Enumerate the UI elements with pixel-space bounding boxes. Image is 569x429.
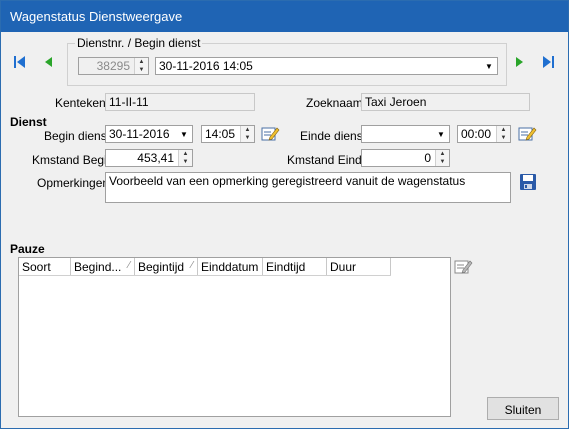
prev-record-icon[interactable] — [40, 54, 56, 70]
kenteken-label: Kenteken — [55, 96, 106, 110]
km-einde-label: Kmstand Einde — [287, 153, 369, 167]
km-einde-value: 0 — [424, 151, 431, 165]
last-record-icon[interactable] — [540, 54, 556, 70]
pauze-section-title: Pauze — [10, 242, 45, 256]
begin-date-value: 30-11-2016 — [109, 127, 170, 141]
dialog-window: Wagenstatus Dienstweergave Dienstnr. / B… — [0, 0, 569, 429]
pauze-table-header: Soort Begind... ⁄ Begintijd ⁄ Einddatum … — [19, 258, 391, 276]
begin-time-field[interactable]: 14:05 ▲ ▼ — [201, 125, 255, 143]
edit-begin-icon[interactable] — [260, 124, 280, 144]
begin-dienst-combo[interactable]: 30-11-2016 14:05 ▼ — [155, 57, 498, 75]
opmerkingen-textarea[interactable]: Voorbeeld van een opmerking geregistreer… — [105, 172, 511, 203]
column-header-eindtijd[interactable]: Eindtijd — [263, 258, 327, 275]
chevron-down-icon[interactable]: ▼ — [176, 126, 192, 142]
window-title: Wagenstatus Dienstweergave — [10, 9, 183, 24]
zoeknaam-field: Taxi Jeroen — [361, 93, 530, 111]
dienstnr-field: 38295 ▲ ▼ — [78, 57, 149, 75]
column-header-einddatum[interactable]: Einddatum — [198, 258, 263, 275]
einde-time-value: 00:00 — [461, 127, 492, 141]
zoeknaam-value: Taxi Jeroen — [365, 95, 427, 109]
begin-dienst-label: Begin dienst — [44, 129, 111, 143]
einde-time-field[interactable]: 00:00 ▲ ▼ — [457, 125, 511, 143]
kenteken-value: 11-II-11 — [109, 95, 149, 109]
column-header-soort[interactable]: Soort — [19, 258, 71, 275]
opmerkingen-value: Voorbeeld van een opmerking geregistreer… — [109, 174, 466, 188]
dienst-selector-legend: Dienstnr. / Begin dienst — [75, 36, 203, 50]
dienst-section-title: Dienst — [10, 115, 47, 129]
next-record-icon[interactable] — [511, 54, 527, 70]
column-header-duur[interactable]: Duur — [327, 258, 391, 275]
dienstnr-stepper: ▲ ▼ — [134, 58, 148, 74]
km-einde-stepper[interactable]: ▲ ▼ — [435, 150, 449, 166]
dienstnr-value: 38295 — [96, 59, 130, 73]
kenteken-field: 11-II-11 — [105, 93, 255, 111]
column-header-begintijd[interactable]: Begintijd ⁄ — [135, 258, 198, 275]
edit-pauze-icon[interactable] — [453, 257, 473, 277]
chevron-down-icon[interactable]: ▼ — [481, 58, 497, 74]
first-record-icon[interactable] — [12, 54, 28, 70]
edit-einde-icon[interactable] — [517, 124, 537, 144]
sort-icon: ⁄ — [128, 260, 130, 271]
chevron-down-icon[interactable]: ▼ — [433, 126, 449, 142]
title-bar: Wagenstatus Dienstweergave — [1, 1, 568, 32]
sort-icon: ⁄ — [191, 260, 193, 271]
begin-time-stepper[interactable]: ▲ ▼ — [240, 126, 254, 142]
zoeknaam-label: Zoeknaam — [306, 96, 363, 110]
begin-time-value: 14:05 — [205, 127, 236, 141]
km-begin-field[interactable]: 453,41 ▲ ▼ — [105, 149, 193, 167]
begin-dienst-combo-value: 30-11-2016 14:05 — [159, 59, 253, 73]
opmerkingen-label: Opmerkingen — [37, 176, 110, 190]
save-icon[interactable] — [518, 172, 538, 192]
column-header-begindatum[interactable]: Begind... ⁄ — [71, 258, 135, 275]
close-button[interactable]: Sluiten — [487, 397, 559, 420]
einde-date-field[interactable]: ▼ — [361, 125, 450, 143]
km-begin-stepper[interactable]: ▲ ▼ — [178, 150, 192, 166]
begin-date-field[interactable]: 30-11-2016 ▼ — [105, 125, 193, 143]
km-begin-label: Kmstand Begin — [32, 153, 114, 167]
column-header-begintijd-label: Begintijd — [138, 260, 185, 274]
einde-dienst-label: Einde dienst — [300, 129, 367, 143]
km-einde-field[interactable]: 0 ▲ ▼ — [361, 149, 450, 167]
km-begin-value: 453,41 — [137, 151, 174, 165]
einde-time-stepper[interactable]: ▲ ▼ — [496, 126, 510, 142]
column-header-begindatum-label: Begind... — [74, 260, 122, 274]
pauze-table[interactable]: Soort Begind... ⁄ Begintijd ⁄ Einddatum … — [18, 257, 451, 417]
